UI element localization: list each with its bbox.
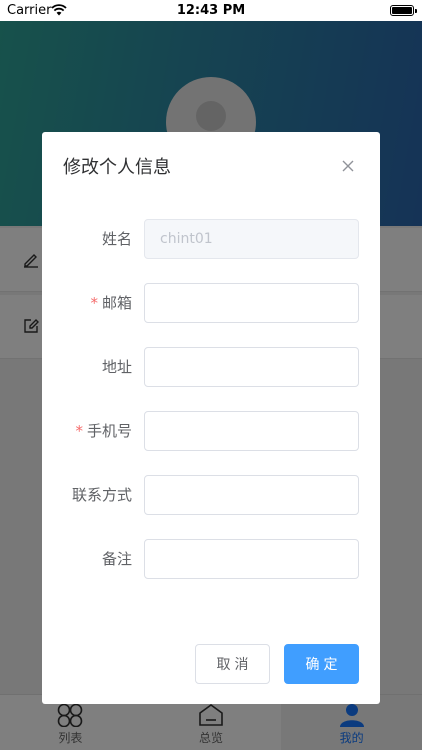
required-mark: * bbox=[75, 422, 83, 440]
cancel-button[interactable]: 取消 bbox=[195, 644, 270, 684]
battery-icon bbox=[390, 5, 417, 16]
name-label: 姓名 bbox=[101, 230, 132, 248]
contact-field[interactable] bbox=[144, 475, 359, 515]
edit-profile-dialog: 修改个人信息 姓名 *邮箱 地址 *手机号 联系方式 备注 取消 确定 bbox=[42, 132, 380, 704]
form-row-phone: * 手机号 bbox=[42, 411, 380, 451]
form-row-contact: 联系方式 bbox=[42, 475, 380, 515]
email-field[interactable] bbox=[144, 283, 359, 323]
phone-label: * 手机号 bbox=[75, 422, 132, 440]
required-mark: * bbox=[90, 294, 98, 312]
remark-label: 备注 bbox=[101, 550, 132, 568]
dialog-title: 修改个人信息 bbox=[63, 157, 171, 178]
contact-label: 联系方式 bbox=[71, 486, 132, 504]
address-label: 地址 bbox=[101, 358, 132, 376]
email-label: * 邮箱 bbox=[90, 294, 132, 312]
confirm-button[interactable]: 确定 bbox=[284, 644, 359, 684]
phone-field[interactable] bbox=[144, 411, 359, 451]
form-row-remark: 备注 bbox=[42, 539, 380, 579]
status-bar: Carrier 12:43 PM bbox=[0, 0, 422, 21]
name-field[interactable] bbox=[144, 219, 359, 259]
form-row-name: 姓名 bbox=[42, 219, 380, 259]
form-row-email: * 邮箱 bbox=[42, 283, 380, 323]
form-row-address: 地址 bbox=[42, 347, 380, 387]
clock: 12:43 PM bbox=[176, 3, 246, 18]
close-icon[interactable] bbox=[338, 156, 358, 176]
address-field[interactable] bbox=[144, 347, 359, 387]
remark-field[interactable] bbox=[144, 539, 359, 579]
